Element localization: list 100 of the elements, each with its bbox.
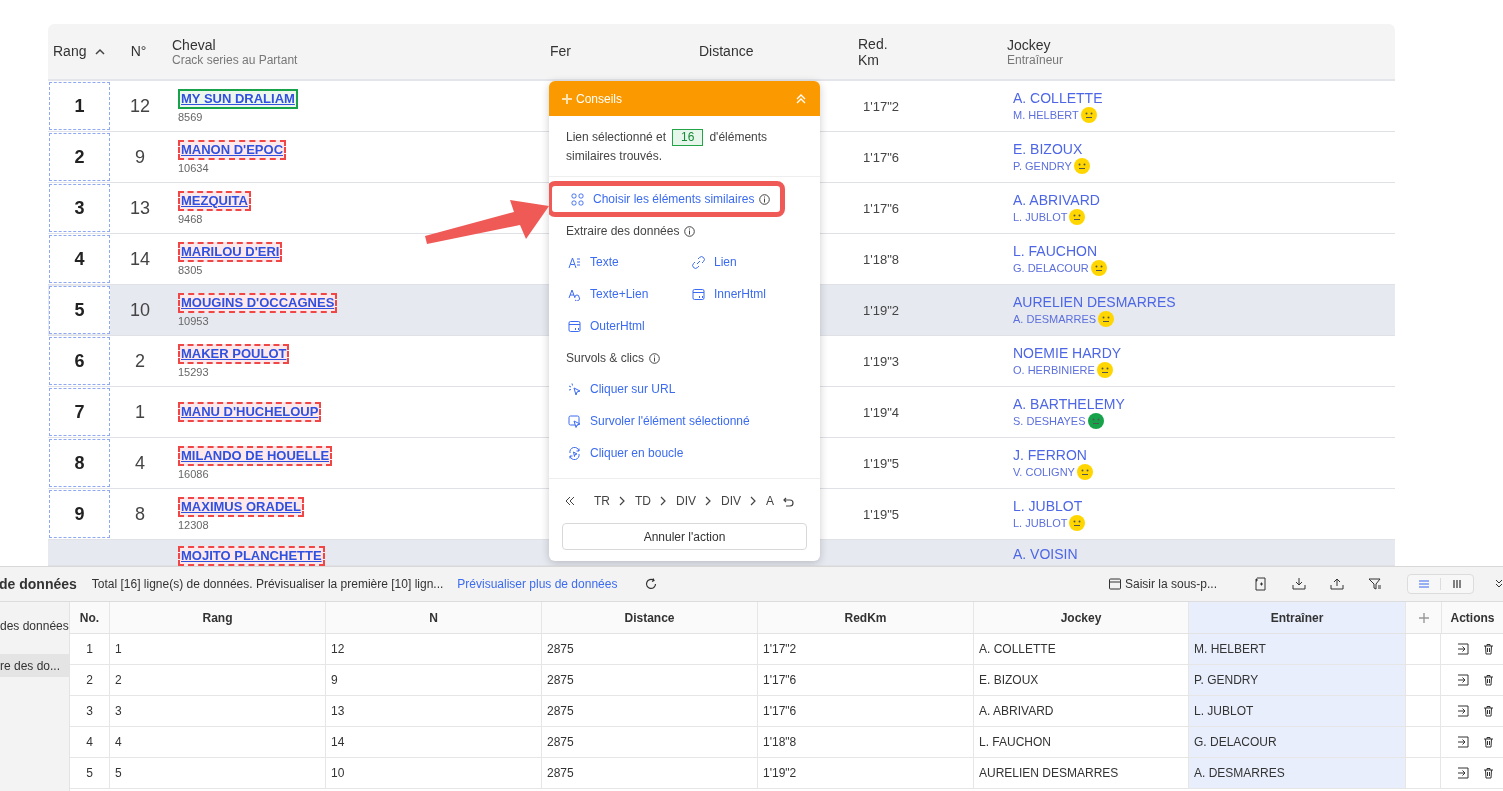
action-link[interactable]: Cliquer sur URL <box>568 380 801 398</box>
enter-icon[interactable] <box>1457 674 1469 686</box>
double-chevron-left-icon[interactable] <box>565 496 575 506</box>
table-cell: 1'18"8 <box>758 727 974 757</box>
enter-icon[interactable] <box>1457 643 1469 655</box>
column-header[interactable]: Distance <box>542 602 758 633</box>
action-link[interactable]: OuterHtml <box>568 317 692 335</box>
count-badge: 16 <box>672 129 704 146</box>
subpage-button[interactable]: Saisir la sous-p... <box>1108 575 1217 593</box>
view-toggle[interactable] <box>1407 574 1474 594</box>
table-cell: P. GENDRY <box>1189 665 1406 695</box>
info-icon <box>649 352 661 364</box>
enter-icon[interactable] <box>1457 736 1469 748</box>
sort-ascending-icon[interactable] <box>94 47 107 56</box>
horse-name-link[interactable]: MARILOU D'ERI <box>178 241 283 262</box>
trash-icon[interactable] <box>1483 736 1494 748</box>
jockey-link[interactable]: L. JUBLOT <box>1013 497 1083 515</box>
sidebar-item[interactable]: des données <box>0 614 69 637</box>
choose-similar-button[interactable]: Choisir les éléments similaires <box>549 181 785 217</box>
breadcrumb-item[interactable]: DIV <box>721 492 742 510</box>
time-text: 1'17"2 <box>863 99 900 114</box>
column-header: Jockey <box>1007 36 1052 53</box>
trainer-link[interactable]: P. GENDRY <box>1013 158 1072 173</box>
breadcrumb-item[interactable]: TD <box>635 492 651 510</box>
number-text: 13 <box>130 196 150 220</box>
horse-name-link[interactable]: MANU D'HUCHELOUP <box>178 402 322 422</box>
refresh-icon[interactable] <box>645 578 658 590</box>
trainer-link[interactable]: M. HELBERT <box>1013 107 1079 122</box>
horse-name-link[interactable]: MEZQUITA <box>178 190 251 211</box>
table-cell: 2 <box>110 665 326 695</box>
horse-name-link[interactable]: MOUGINS D'OCCAGNES <box>178 292 338 313</box>
action-link[interactable]: Texte <box>568 253 692 271</box>
trainer-link[interactable]: G. DELACOUR <box>1013 260 1089 275</box>
chevron-right-icon <box>619 496 626 506</box>
time-text: 1'17"6 <box>863 150 900 165</box>
column-header[interactable]: Rang <box>110 602 326 633</box>
column-header[interactable]: Entraîner <box>1189 602 1406 633</box>
horse-name-link[interactable]: MAKER POULOT <box>178 343 290 364</box>
column-header[interactable]: RedKm <box>758 602 974 633</box>
column-header[interactable]: Rang <box>53 41 87 62</box>
trash-icon[interactable] <box>1483 767 1494 779</box>
breadcrumb-item[interactable]: DIV <box>676 492 696 510</box>
jockey-link[interactable]: E. BIZOUX <box>1013 140 1083 158</box>
trainer-link[interactable]: O. HERBINIERE <box>1013 362 1095 377</box>
breadcrumb-item[interactable]: TR <box>594 492 610 510</box>
add-page-icon[interactable] <box>1254 577 1268 591</box>
breadcrumb-item[interactable]: A <box>766 492 775 510</box>
horse-name-link[interactable]: MOJITO PLANCHETTE <box>178 546 325 566</box>
column-header[interactable]: No. <box>70 602 110 633</box>
rank-cell: 9 <box>49 490 110 538</box>
cancel-button[interactable]: Annuler l'action <box>562 523 807 550</box>
filter-icon[interactable] <box>1368 577 1382 591</box>
jockey-link[interactable]: NOEMIE HARDY <box>1013 344 1122 362</box>
jockey-link[interactable]: A. ABRIVARD <box>1013 191 1100 209</box>
trainer-link[interactable]: S. DESHAYES <box>1013 413 1086 428</box>
trainer-link[interactable]: V. COLIGNY <box>1013 464 1075 479</box>
upload-icon[interactable] <box>1330 577 1344 591</box>
column-header: Actions <box>1441 602 1503 633</box>
chevron-right-icon <box>750 496 758 506</box>
action-link[interactable]: Cliquer en boucle <box>568 444 801 462</box>
horse-id-text: 15293 <box>178 365 209 379</box>
trainer-link[interactable]: A. DESMARRES <box>1013 311 1097 326</box>
horse-name-link[interactable]: MANON D'EPOC <box>178 139 287 160</box>
horse-id-text: 10953 <box>178 314 209 328</box>
trash-icon[interactable] <box>1483 674 1494 686</box>
action-link[interactable]: InnerHtml <box>692 285 801 303</box>
horse-name-link[interactable]: MAXIMUS ORADEL <box>178 496 304 517</box>
sidebar-item[interactable]: re des do... <box>0 654 69 677</box>
table-cell: 1 <box>70 634 110 664</box>
enter-icon[interactable] <box>1457 767 1469 779</box>
trainer-link[interactable]: L. JUBLOT <box>1013 209 1068 224</box>
column-header[interactable]: N <box>326 602 542 633</box>
trash-icon[interactable] <box>1483 705 1494 717</box>
column-view-icon[interactable] <box>1451 578 1463 590</box>
preview-more-link[interactable]: Prévisualiser plus de données <box>457 575 618 593</box>
column-header: Distance <box>699 43 754 59</box>
action-link[interactable]: Lien <box>692 253 801 271</box>
jockey-link[interactable]: A. VOISIN <box>1013 546 1078 563</box>
action-link[interactable]: Texte+Lien <box>568 285 692 303</box>
horse-name-link[interactable]: MY SUN DRALIAM <box>178 88 298 109</box>
jockey-link[interactable]: J. FERRON <box>1013 446 1087 464</box>
table-cell: 1'17"2 <box>758 634 974 664</box>
horse-id-text: 10634 <box>178 161 209 175</box>
table-cell: 1'19"2 <box>758 758 974 788</box>
cursor-window-icon <box>568 414 581 428</box>
trash-icon[interactable] <box>1483 643 1494 655</box>
enter-icon[interactable] <box>1457 705 1469 717</box>
table-cell: 5 <box>70 758 110 788</box>
horse-id-text: 16086 <box>178 467 209 481</box>
horse-name-link[interactable]: MILANDO DE HOUELLE <box>178 445 333 466</box>
double-chevron-down-icon[interactable] <box>1495 579 1503 589</box>
trainer-link[interactable]: L. JUBLOT <box>1013 515 1068 530</box>
link-icon <box>692 255 705 269</box>
jockey-link[interactable]: A. BARTHELEMY <box>1013 395 1125 413</box>
undo-icon[interactable] <box>783 495 796 507</box>
jockey-link[interactable]: A. COLLETTE <box>1013 89 1103 107</box>
jockey-link[interactable]: AURELIEN DESMARRES <box>1013 293 1176 311</box>
download-icon[interactable] <box>1292 577 1306 591</box>
action-link[interactable]: Survoler l'élément sélectionné <box>568 412 801 430</box>
jockey-link[interactable]: L. FAUCHON <box>1013 242 1097 260</box>
